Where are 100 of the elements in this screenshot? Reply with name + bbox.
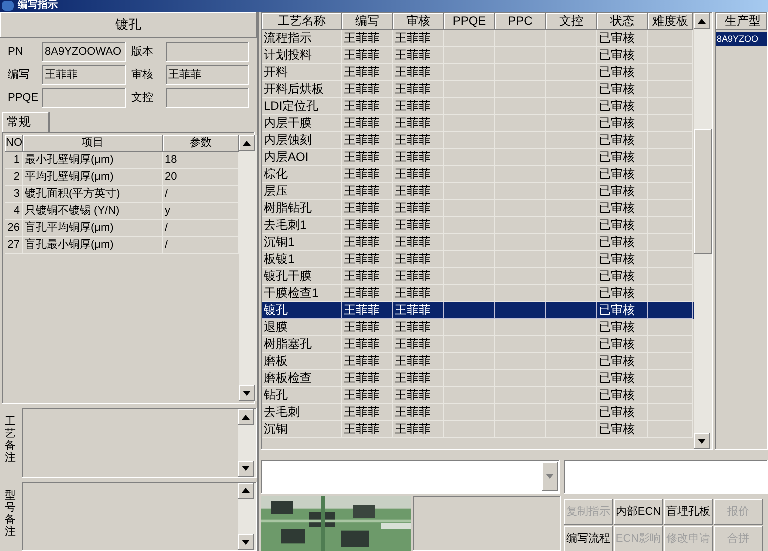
- table-row[interactable]: 开料后烘板 王菲菲 王菲菲 已审核: [262, 81, 694, 98]
- table-cell: 已审核: [597, 217, 648, 234]
- scroll-up-icon[interactable]: [238, 482, 254, 498]
- table-cell: 沉铜1: [262, 234, 342, 251]
- table-row[interactable]: 层压 王菲菲 王菲菲 已审核: [262, 183, 694, 200]
- table-row[interactable]: 沉铜1 王菲菲 王菲菲 已审核: [262, 234, 694, 251]
- table-row[interactable]: 沉铜 王菲菲 王菲菲 已审核: [262, 421, 694, 438]
- field-label: 审核: [132, 68, 154, 83]
- action-button[interactable]: 编写流程: [564, 526, 613, 551]
- table-row[interactable]: 去毛刺 王菲菲 王菲菲 已审核: [262, 404, 694, 421]
- column-header[interactable]: 难度板: [648, 13, 693, 30]
- column-header[interactable]: 文控: [546, 13, 597, 30]
- table-row[interactable]: 去毛刺1 王菲菲 王菲菲 已审核: [262, 217, 694, 234]
- table-cell: [546, 132, 597, 149]
- text-field[interactable]: [166, 88, 249, 108]
- column-header[interactable]: NO: [5, 135, 23, 152]
- table-cell: [648, 166, 693, 183]
- scrollbar[interactable]: [239, 135, 257, 401]
- scrollbar[interactable]: [694, 13, 712, 449]
- table-cell: [546, 115, 597, 132]
- scroll-down-icon[interactable]: [238, 534, 254, 550]
- table-row[interactable]: 退膜 王菲菲 王菲菲 已审核: [262, 319, 694, 336]
- table-cell: [648, 251, 693, 268]
- action-button[interactable]: 盲埋孔板: [664, 499, 713, 525]
- table-row[interactable]: 树脂钻孔 王菲菲 王菲菲 已审核: [262, 200, 694, 217]
- dropdown[interactable]: [261, 460, 560, 494]
- column-header[interactable]: PPQE: [444, 13, 495, 30]
- table-cell: [444, 251, 495, 268]
- scroll-up-icon[interactable]: [238, 409, 254, 425]
- table-cell: 流程指示: [262, 30, 342, 47]
- table-cell: [648, 149, 693, 166]
- column-header[interactable]: 生产型: [716, 13, 767, 30]
- table-cell: 王菲菲: [393, 336, 444, 353]
- text-field[interactable]: [166, 42, 249, 62]
- table-cell: 王菲菲: [342, 115, 393, 132]
- table-cell: [444, 166, 495, 183]
- table-cell: 27: [5, 237, 23, 253]
- table-cell: 王菲菲: [393, 115, 444, 132]
- table-row[interactable]: 镀孔干膜 王菲菲 王菲菲 已审核: [262, 268, 694, 285]
- table-row[interactable]: 开料 王菲菲 王菲菲 已审核: [262, 64, 694, 81]
- table-row[interactable]: 内层干膜 王菲菲 王菲菲 已审核: [262, 115, 694, 132]
- table-cell: 已审核: [597, 251, 648, 268]
- table-cell: 树脂塞孔: [262, 336, 342, 353]
- table-cell: [495, 166, 546, 183]
- text-field[interactable]: 8A9YZOOWAO: [42, 42, 126, 62]
- column-header[interactable]: 工艺名称: [262, 13, 342, 30]
- table-row[interactable]: 计划投料 王菲菲 王菲菲 已审核: [262, 47, 694, 64]
- table-row[interactable]: 镀孔 王菲菲 王菲菲 已审核: [262, 302, 694, 319]
- note-field[interactable]: [22, 482, 257, 551]
- table-cell: [444, 115, 495, 132]
- text-field[interactable]: 王菲菲: [42, 65, 126, 85]
- column-header[interactable]: 编写: [342, 13, 393, 30]
- table-row[interactable]: LDI定位孔 王菲菲 王菲菲 已审核: [262, 98, 694, 115]
- scroll-up-icon[interactable]: [694, 13, 710, 29]
- column-header[interactable]: 参数: [163, 135, 239, 152]
- column-header[interactable]: 项目: [23, 135, 163, 152]
- table-row[interactable]: 树脂塞孔 王菲菲 王菲菲 已审核: [262, 336, 694, 353]
- note-label: 工艺备注: [4, 415, 17, 466]
- table-cell: 3: [5, 186, 23, 202]
- table-cell: 王菲菲: [342, 98, 393, 115]
- table-row[interactable]: 内层蚀刻 王菲菲 王菲菲 已审核: [262, 132, 694, 149]
- table-cell: [648, 81, 693, 98]
- scroll-down-icon[interactable]: [238, 460, 254, 476]
- action-button[interactable]: 内部ECN: [614, 499, 663, 525]
- table-row[interactable]: 内层AOI 王菲菲 王菲菲 已审核: [262, 149, 694, 166]
- text-field[interactable]: 王菲菲: [166, 65, 249, 85]
- table-row[interactable]: 流程指示 王菲菲 王菲菲 已审核: [262, 30, 694, 47]
- table-cell: [546, 336, 597, 353]
- table-cell: [546, 404, 597, 421]
- table-row[interactable]: 棕化 王菲菲 王菲菲 已审核: [262, 166, 694, 183]
- note-field[interactable]: [22, 408, 257, 478]
- text-field[interactable]: [564, 460, 768, 494]
- table-cell: 王菲菲: [342, 30, 393, 47]
- column-header[interactable]: 状态: [597, 13, 648, 30]
- table-cell: [495, 30, 546, 47]
- text-field[interactable]: [42, 88, 126, 108]
- table-cell: 王菲菲: [342, 387, 393, 404]
- table-row[interactable]: 磨板 王菲菲 王菲菲 已审核: [262, 353, 694, 370]
- table-cell: [495, 81, 546, 98]
- table-cell: [444, 30, 495, 47]
- table-cell: 计划投料: [262, 47, 342, 64]
- table-cell: [495, 200, 546, 217]
- scroll-down-icon[interactable]: [694, 433, 710, 449]
- scrollbar[interactable]: [238, 482, 256, 550]
- table-row[interactable]: 板镀1 王菲菲 王菲菲 已审核: [262, 251, 694, 268]
- scroll-down-icon[interactable]: [239, 385, 255, 401]
- table-cell: 王菲菲: [393, 234, 444, 251]
- table-cell: 王菲菲: [393, 166, 444, 183]
- column-header[interactable]: PPC: [495, 13, 546, 30]
- column-header[interactable]: 审核: [393, 13, 444, 30]
- table-cell: 王菲菲: [393, 387, 444, 404]
- scrollbar[interactable]: [238, 409, 256, 476]
- table-cell: 内层AOI: [262, 149, 342, 166]
- scroll-up-icon[interactable]: [239, 135, 255, 151]
- table-row[interactable]: 磨板检查 王菲菲 王菲菲 已审核: [262, 370, 694, 387]
- tab[interactable]: 常规: [2, 112, 50, 132]
- list-item[interactable]: 8A9YZOO: [716, 32, 767, 46]
- field-label: PPQE: [8, 90, 40, 106]
- table-row[interactable]: 钻孔 王菲菲 王菲菲 已审核: [262, 387, 694, 404]
- table-cell: [546, 81, 597, 98]
